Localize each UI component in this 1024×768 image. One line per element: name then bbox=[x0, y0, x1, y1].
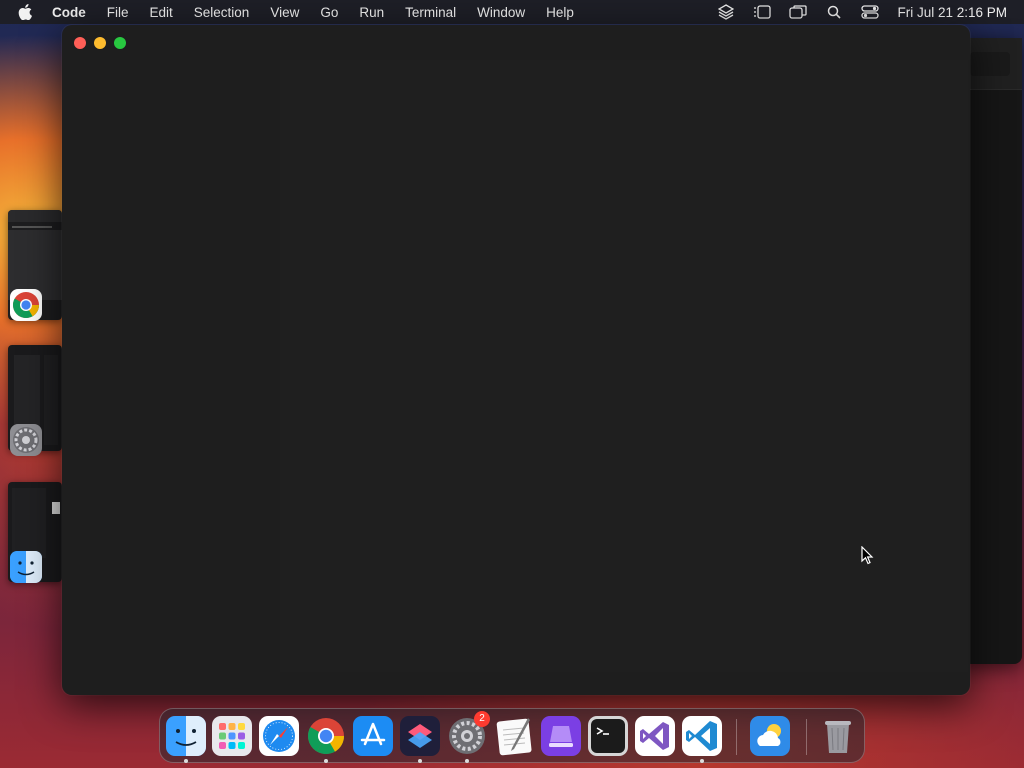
system-settings-icon bbox=[10, 424, 42, 456]
menu-terminal[interactable]: Terminal bbox=[405, 5, 456, 20]
dock-vscode-icon[interactable] bbox=[682, 716, 722, 756]
menu-view[interactable]: View bbox=[270, 5, 299, 20]
dock-app-store-icon[interactable] bbox=[353, 716, 393, 756]
menu-clock[interactable]: Fri Jul 21 2:16 PM bbox=[897, 5, 1007, 20]
mouse-cursor-icon bbox=[861, 545, 875, 566]
menu-run[interactable]: Run bbox=[359, 5, 384, 20]
menu-bar: Code File Edit Selection View Go Run Ter… bbox=[0, 0, 1024, 24]
background-window-tab bbox=[970, 52, 1010, 76]
menu-go[interactable]: Go bbox=[320, 5, 338, 20]
dock-terminal-icon[interactable] bbox=[588, 716, 628, 756]
apple-menu-icon[interactable] bbox=[18, 4, 36, 20]
stage-manager-icon[interactable] bbox=[753, 4, 772, 20]
menu-app-name[interactable]: Code bbox=[52, 5, 86, 20]
dock-running-indicator bbox=[418, 759, 422, 763]
layers-icon[interactable] bbox=[717, 4, 735, 20]
menu-window[interactable]: Window bbox=[477, 5, 525, 20]
window-close-button[interactable] bbox=[74, 37, 86, 49]
menu-selection[interactable]: Selection bbox=[194, 5, 250, 20]
dock-separator bbox=[806, 719, 807, 755]
dock: 2 bbox=[159, 708, 865, 763]
dock-safari-icon[interactable] bbox=[259, 716, 299, 756]
vscode-window[interactable] bbox=[62, 25, 970, 695]
screen-mirroring-icon[interactable] bbox=[789, 4, 808, 20]
dock-finder-icon[interactable] bbox=[166, 716, 206, 756]
system-settings-badge: 2 bbox=[474, 711, 490, 727]
finder-icon bbox=[10, 551, 42, 583]
dock-running-indicator bbox=[324, 759, 328, 763]
dock-running-indicator bbox=[700, 759, 704, 763]
dock-running-indicator bbox=[465, 759, 469, 763]
dock-textedit-icon[interactable] bbox=[494, 716, 534, 756]
dock-chrome-icon[interactable] bbox=[306, 716, 346, 756]
dock-separator bbox=[736, 719, 737, 755]
menu-file[interactable]: File bbox=[107, 5, 129, 20]
control-center-icon[interactable] bbox=[861, 4, 880, 20]
window-minimize-button[interactable] bbox=[94, 37, 106, 49]
dock-weather-icon[interactable] bbox=[750, 716, 790, 756]
dock-visual-studio-icon[interactable] bbox=[635, 716, 675, 756]
menu-edit[interactable]: Edit bbox=[150, 5, 173, 20]
dock-trash-icon[interactable] bbox=[818, 716, 858, 756]
spotlight-search-icon[interactable] bbox=[825, 4, 843, 20]
editor-area[interactable] bbox=[280, 60, 968, 672]
dock-apple-configurator-icon[interactable] bbox=[541, 716, 581, 756]
window-zoom-button[interactable] bbox=[114, 37, 126, 49]
chrome-icon bbox=[10, 289, 42, 321]
menu-help[interactable]: Help bbox=[546, 5, 574, 20]
dock-launchpad-icon[interactable] bbox=[212, 716, 252, 756]
dock-shortcuts-icon[interactable] bbox=[400, 716, 440, 756]
dock-running-indicator bbox=[184, 759, 188, 763]
